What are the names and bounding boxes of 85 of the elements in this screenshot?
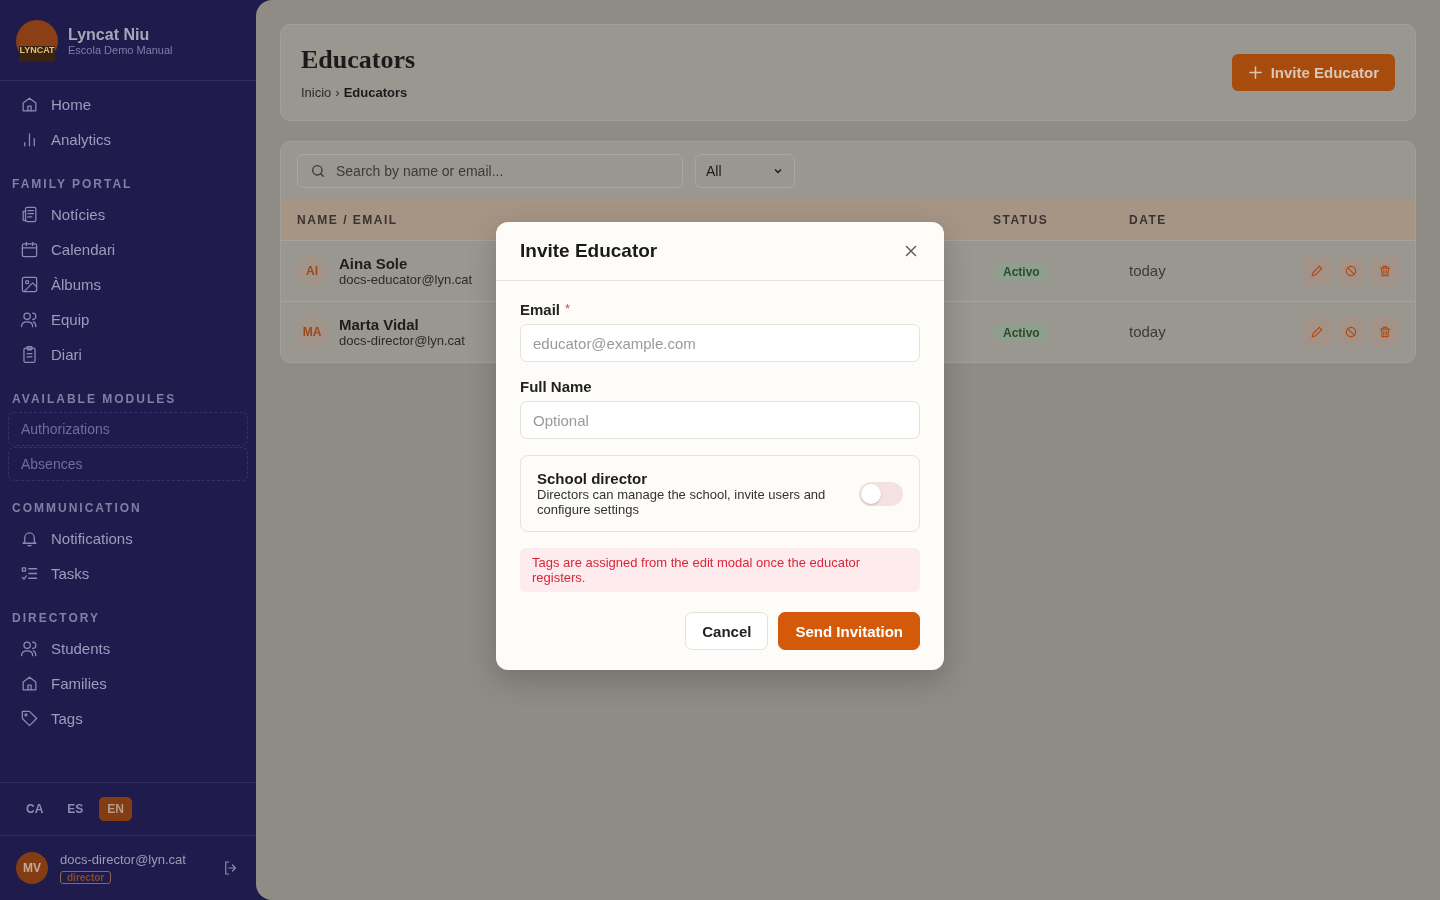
educator-email: docs-director@lyn.cat xyxy=(339,333,465,348)
edit-button[interactable] xyxy=(1303,257,1331,285)
cat-logo: LYNCAT xyxy=(16,20,58,62)
breadcrumb-separator: › xyxy=(335,85,340,100)
pencil-icon xyxy=(1310,325,1324,339)
search-icon xyxy=(310,163,326,179)
send-button[interactable]: Send Invitation xyxy=(778,612,920,650)
user-avatar: MV xyxy=(16,852,48,884)
section-heading: DIRECTORY xyxy=(11,610,101,627)
required-mark: * xyxy=(565,301,571,316)
language-button[interactable]: CA xyxy=(18,797,52,821)
nav-link[interactable]: Equip xyxy=(51,311,90,328)
status-select[interactable]: All xyxy=(695,154,795,188)
column-header: STATUS xyxy=(993,213,1050,227)
users-icon xyxy=(20,639,39,658)
search-input[interactable]: Search by name or email... xyxy=(334,162,670,180)
educator-email: docs-educator@lyn.cat xyxy=(339,272,473,287)
delete-button[interactable] xyxy=(1371,318,1399,346)
field-label: Full Name xyxy=(520,378,592,395)
image-icon xyxy=(20,275,39,294)
nav-link[interactable]: Home xyxy=(51,96,91,113)
toggle-switch[interactable] xyxy=(859,481,903,506)
delete-button[interactable] xyxy=(1371,257,1399,285)
educator-name: Aina Sole xyxy=(339,255,409,272)
cancel-button[interactable]: Cancel xyxy=(685,612,769,650)
column-header: DATE xyxy=(1129,213,1168,227)
input-field[interactable]: educator@example.com xyxy=(520,324,920,362)
home-icon xyxy=(20,95,39,114)
nav-link[interactable]: Calendari xyxy=(51,241,116,258)
disable-button[interactable] xyxy=(1337,257,1365,285)
invite-button[interactable]: Invite Educator xyxy=(1231,54,1395,91)
nav-link[interactable]: Analytics xyxy=(51,131,112,148)
section-heading: COMMUNICATION xyxy=(11,500,143,517)
option-title: School director xyxy=(537,470,649,487)
tag-icon xyxy=(20,709,39,728)
page-title: Educators xyxy=(301,45,416,75)
section-heading: AVAILABLE MODULES xyxy=(11,391,178,408)
role-badge: director xyxy=(60,871,112,884)
app-name: Lyncat Niu xyxy=(68,26,151,44)
date-cell: today xyxy=(1129,262,1166,279)
breadcrumb-link[interactable]: Inicio xyxy=(301,85,332,100)
nav-link[interactable]: Àlbums xyxy=(51,276,102,293)
home-icon xyxy=(20,674,39,693)
search-field[interactable]: Search by name or email... xyxy=(297,154,683,188)
clipboard-icon xyxy=(20,345,39,364)
nav-link[interactable]: Notícies xyxy=(51,206,106,223)
school-name: Escola Demo Manual xyxy=(68,44,173,56)
nav-link[interactable]: Diari xyxy=(51,346,82,363)
section-heading: FAMILY PORTAL xyxy=(11,176,134,193)
users-icon xyxy=(20,310,39,329)
input-field[interactable]: Optional xyxy=(520,401,920,439)
module-link[interactable]: Authorizations xyxy=(8,412,248,446)
initials-avatar: AI xyxy=(297,256,327,286)
nav-link[interactable]: Tasks xyxy=(51,565,90,582)
breadcrumb-current: Educators xyxy=(343,85,408,100)
plus-icon xyxy=(1247,65,1263,80)
pencil-icon xyxy=(1310,264,1324,278)
nav-link[interactable]: Families xyxy=(51,675,107,692)
module-link[interactable]: Absences xyxy=(8,447,248,481)
nav-link[interactable]: Students xyxy=(51,640,111,657)
nav-link[interactable]: Notifications xyxy=(51,530,133,547)
date-cell: today xyxy=(1129,323,1166,340)
user-email: docs-director@lyn.cat xyxy=(60,852,186,867)
calendar-icon xyxy=(20,240,39,259)
edit-button[interactable] xyxy=(1303,318,1331,346)
trash-icon xyxy=(1378,264,1392,278)
trash-icon xyxy=(1378,325,1392,339)
educator-name: Marta Vidal xyxy=(339,316,420,333)
disable-button[interactable] xyxy=(1337,318,1365,346)
initials-avatar: MA xyxy=(297,317,327,347)
column-header: NAME / EMAIL xyxy=(297,213,399,227)
option-description: Directors can manage the school, invite users and configure settings xyxy=(537,487,827,517)
language-button[interactable]: EN xyxy=(99,797,133,821)
dialog-title: Invite Educator xyxy=(520,240,658,262)
ban-icon xyxy=(1344,264,1358,278)
info-notice: Tags are assigned from the edit modal once the educator registers. xyxy=(520,548,920,592)
language-button[interactable]: ES xyxy=(59,797,92,821)
ban-icon xyxy=(1344,325,1358,339)
status-badge: Activo xyxy=(993,263,1050,281)
status-badge: Activo xyxy=(993,324,1050,342)
nav-link[interactable]: Tags xyxy=(51,710,83,727)
checklist-icon xyxy=(20,564,39,583)
newspaper-icon xyxy=(20,205,39,224)
field-label: Email xyxy=(520,301,561,318)
bell-icon xyxy=(20,529,39,548)
